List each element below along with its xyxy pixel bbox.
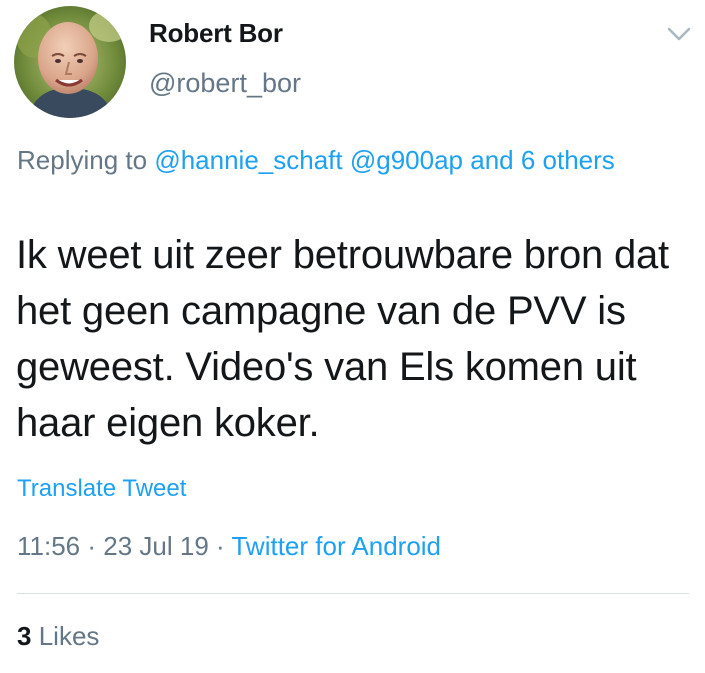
likes-label: Likes xyxy=(38,621,100,651)
tweet-meta: 11:56 · 23 Jul 19 · Twitter for Android xyxy=(17,531,441,562)
tweet-source-link[interactable]: Twitter for Android xyxy=(231,531,441,561)
replying-to-label: Replying to xyxy=(17,145,148,175)
likes-count: 3 xyxy=(17,621,32,651)
mention-link[interactable]: @hannie_schaft xyxy=(154,145,342,175)
replying-to: Replying to @hannie_schaft @g900ap and 6… xyxy=(17,141,677,179)
display-name[interactable]: Robert Bor xyxy=(149,18,283,49)
user-handle[interactable]: @robert_bor xyxy=(149,68,301,99)
others-link[interactable]: and 6 others xyxy=(470,145,615,175)
meta-separator: · xyxy=(87,531,97,561)
likes-stat[interactable]: 3 Likes xyxy=(17,621,99,652)
chevron-down-icon[interactable] xyxy=(664,22,694,46)
tweet-text: Ik weet uit zeer betrouwbare bron dat he… xyxy=(16,233,669,445)
tweet-date: 23 Jul 19 xyxy=(103,531,209,561)
translate-tweet-link[interactable]: Translate Tweet xyxy=(17,475,186,503)
divider xyxy=(17,593,689,594)
avatar[interactable] xyxy=(14,6,126,118)
tweet-time: 11:56 xyxy=(17,531,81,561)
mention-link[interactable]: @g900ap xyxy=(350,145,463,175)
avatar-photo xyxy=(14,6,126,118)
meta-separator: · xyxy=(216,531,225,561)
